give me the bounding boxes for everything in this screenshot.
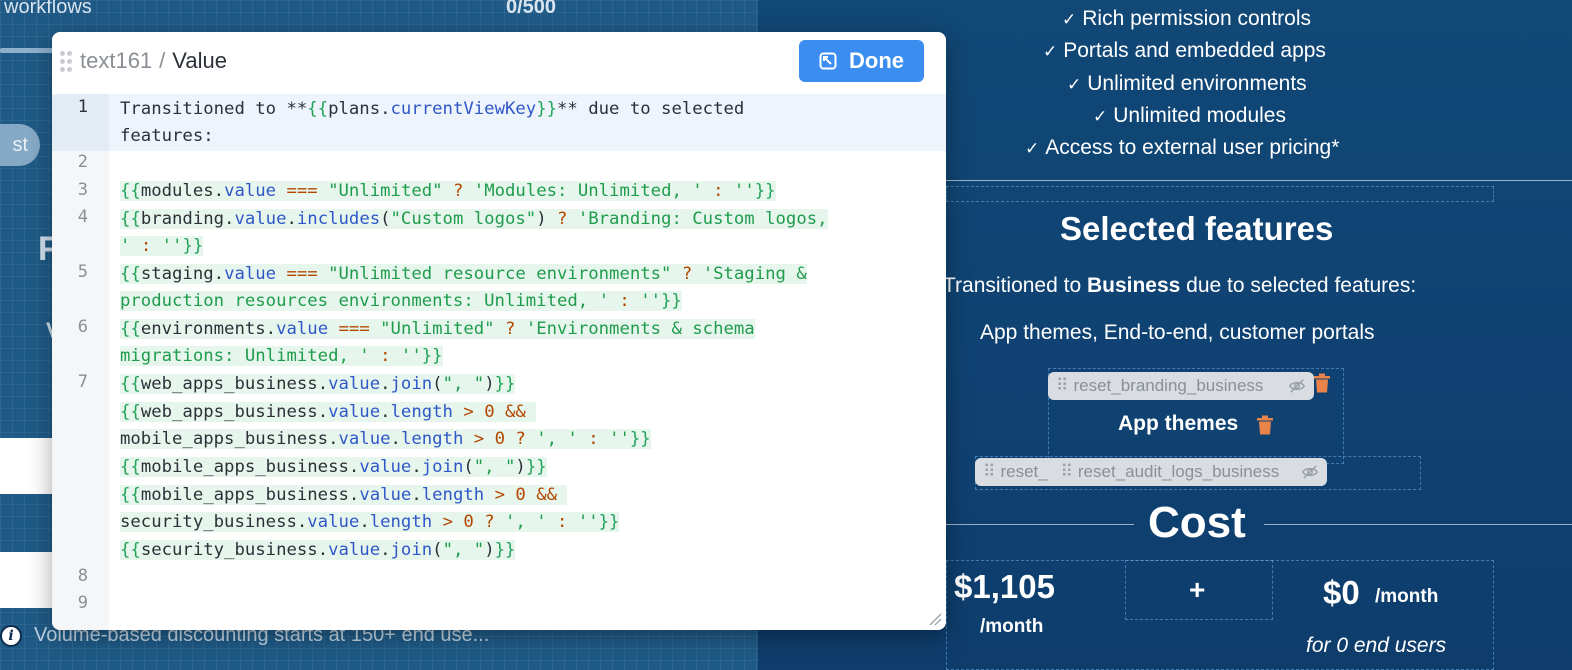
breadcrumb-component: text161: [80, 48, 153, 73]
info-icon: i: [0, 624, 22, 647]
code-line: {{security_business.value.join(", ")}}: [120, 540, 516, 560]
reset-audit-logs-tag: reset_audit_logs_business: [1077, 462, 1280, 481]
background-input-2[interactable]: [0, 552, 60, 608]
code-line: security_business.value.length > 0 ? ', …: [120, 512, 620, 532]
drag-handle-icon[interactable]: [60, 51, 72, 73]
line-number: 1: [77, 97, 88, 117]
code-line: features:: [120, 126, 214, 146]
price-users-unit: /month: [1375, 586, 1439, 607]
code-line: {{branding.value.includes("Custom logos"…: [120, 209, 828, 229]
check-icon: ✓: [1093, 107, 1108, 126]
code-line: {{environments.value === "Unlimited" ? '…: [120, 319, 755, 339]
line-number: 5: [77, 262, 88, 282]
code-line: {{modules.value === "Unlimited" ? 'Modul…: [120, 181, 776, 201]
code-line: {{mobile_apps_business.value.length > 0 …: [120, 482, 568, 510]
plus-sign: +: [1189, 574, 1206, 605]
selected-features-list: App themes, End-to-end, customer portals: [980, 321, 1375, 344]
code-line: Transitioned to **{{plans.currentViewKey…: [120, 99, 745, 119]
price-main: $1,105: [954, 568, 1055, 605]
line-number: 2: [77, 152, 88, 172]
line-number: 8: [77, 566, 88, 586]
code-editor-modal: text161/Value Done 1 2 3 4 5 6 7 8 9 Tra…: [52, 32, 946, 630]
line-number: 3: [77, 180, 88, 200]
line-number: 7: [77, 372, 88, 392]
price-users: $0: [1323, 574, 1360, 611]
code-line: {{web_apps_business.value.length > 0 &&: [120, 399, 537, 427]
workflows-counter: 0/500: [506, 0, 557, 18]
feature-item: ✓ Portals and embedded apps: [1043, 39, 1326, 62]
feature-item: ✓ Unlimited modules: [1093, 104, 1286, 127]
divider: [1264, 524, 1572, 525]
line-number: 6: [77, 317, 88, 337]
background-pill-button[interactable]: st: [0, 124, 40, 166]
collapse-icon: [819, 52, 837, 70]
eye-slash-icon[interactable]: [1301, 463, 1319, 481]
drag-handle-icon: ⠿: [983, 462, 995, 481]
breadcrumb-separator: /: [159, 48, 166, 73]
drag-handle-icon: ⠿: [1056, 376, 1068, 395]
workflows-label: workflows: [4, 0, 92, 18]
breadcrumb: text161/Value: [80, 48, 227, 74]
feature-item: ✓ Rich permission controls: [1062, 7, 1311, 30]
drag-handle-icon: ⠿: [1060, 462, 1072, 481]
line-number-gutter: [52, 94, 109, 630]
layout-guide: [946, 186, 1494, 202]
feature-item: ✓ Unlimited environments: [1067, 72, 1307, 95]
done-button[interactable]: Done: [799, 40, 924, 82]
divider: [946, 180, 1572, 181]
check-icon: ✓: [1067, 75, 1082, 94]
check-icon: ✓: [1062, 10, 1077, 29]
selected-features-title: Selected features: [1060, 210, 1334, 247]
trash-icon[interactable]: [1256, 415, 1274, 435]
feature-item: ✓ Access to external user pricing*: [1025, 136, 1340, 159]
code-line: {{staging.value === "Unlimited resource …: [120, 264, 807, 284]
resize-handle-icon[interactable]: [928, 612, 942, 626]
app-themes-label: App themes: [1118, 412, 1239, 435]
price-main-unit: /month: [980, 616, 1044, 637]
line-number: 4: [77, 207, 88, 227]
background-slider-track: [0, 48, 56, 53]
modal-header: text161/Value Done: [52, 32, 946, 90]
cost-title: Cost: [1148, 498, 1246, 547]
code-line: production resources environments: Unlim…: [120, 291, 682, 311]
code-line: {{web_apps_business.value.join(", ")}}: [120, 374, 516, 394]
background-input-1[interactable]: [0, 438, 60, 494]
eye-slash-icon[interactable]: [1288, 377, 1306, 395]
code-line: migrations: Unlimited, ' : ''}}: [120, 346, 443, 366]
check-icon: ✓: [1025, 139, 1040, 158]
code-line: ' : ''}}: [120, 236, 204, 256]
code-line: {{mobile_apps_business.value.join(", ")}…: [120, 457, 547, 477]
code-line: mobile_apps_business.value.length > 0 ? …: [120, 429, 651, 449]
transition-text: Transitioned to Business due to selected…: [943, 274, 1417, 297]
breadcrumb-property: Value: [172, 48, 227, 73]
check-icon: ✓: [1043, 42, 1058, 61]
line-number: 9: [77, 593, 88, 613]
code-editor[interactable]: 1 2 3 4 5 6 7 8 9 Transitioned to **{{pl…: [52, 94, 946, 630]
end-users-note: for 0 end users: [1306, 634, 1447, 657]
trash-icon[interactable]: [1313, 373, 1331, 393]
divider: [946, 524, 1134, 525]
reset-branding-tag[interactable]: ⠿ reset_branding_business: [1048, 372, 1314, 400]
reset-tags-group[interactable]: ⠿ reset_ ⠿ reset_audit_logs_business: [975, 458, 1327, 486]
